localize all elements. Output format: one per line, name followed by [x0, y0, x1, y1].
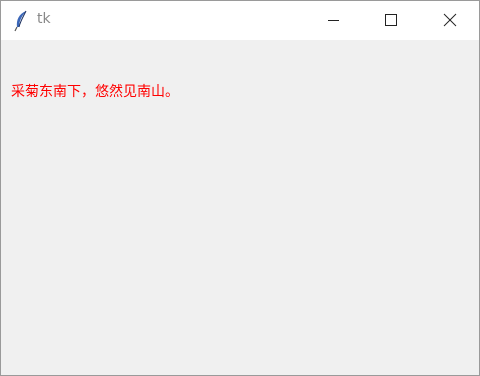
window-title: tk [37, 11, 51, 27]
app-window: tk 采菊东南下，悠然见南山。 [0, 0, 480, 376]
poem-label: 采菊东南下，悠然见南山。 [11, 84, 179, 100]
close-icon [443, 13, 457, 27]
title-bar[interactable]: tk [1, 1, 479, 40]
minimize-icon [328, 20, 339, 21]
maximize-icon [385, 14, 397, 26]
feather-icon [13, 10, 29, 32]
minimize-button[interactable] [304, 1, 362, 40]
close-button[interactable] [421, 1, 479, 40]
maximize-button[interactable] [362, 1, 420, 40]
window-content: 采菊东南下，悠然见南山。 [1, 40, 479, 375]
